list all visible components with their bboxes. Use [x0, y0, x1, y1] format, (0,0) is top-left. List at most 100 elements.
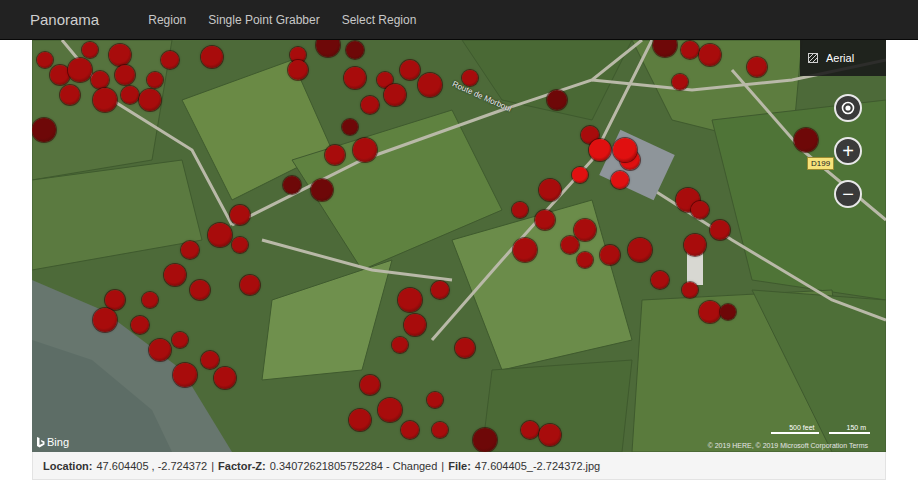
nav-item[interactable]: Region — [148, 13, 186, 27]
map-marker[interactable] — [574, 219, 596, 241]
map-marker[interactable] — [344, 67, 366, 89]
map-marker[interactable] — [361, 96, 379, 114]
map-marker[interactable] — [142, 292, 158, 308]
info-label: Location: — [43, 460, 93, 472]
map-marker[interactable] — [539, 179, 561, 201]
map-marker[interactable] — [682, 282, 698, 298]
map-marker[interactable] — [342, 119, 358, 135]
map-marker[interactable] — [190, 280, 210, 300]
map-marker[interactable] — [561, 236, 579, 254]
map-marker[interactable] — [720, 304, 736, 320]
map-marker[interactable] — [93, 88, 117, 112]
info-value: 47.604405_-2.724372.jpg — [475, 460, 600, 472]
map-marker[interactable] — [181, 241, 199, 259]
map-marker[interactable] — [32, 118, 56, 142]
map-marker[interactable] — [349, 409, 371, 431]
map-marker[interactable] — [131, 316, 149, 334]
zoom-out-button[interactable]: − — [834, 180, 862, 208]
nav-item[interactable]: Single Point Grabber — [208, 13, 319, 27]
map-marker[interactable] — [82, 42, 98, 58]
map-marker[interactable] — [427, 392, 443, 408]
map-marker[interactable] — [105, 290, 125, 310]
map-marker[interactable] — [431, 281, 449, 299]
map-marker[interactable] — [50, 65, 70, 85]
map-marker[interactable] — [283, 176, 301, 194]
map-marker[interactable] — [149, 339, 171, 361]
map-marker[interactable] — [121, 86, 139, 104]
map-marker[interactable] — [539, 424, 561, 446]
map-marker[interactable] — [139, 89, 161, 111]
map-marker[interactable] — [325, 145, 345, 165]
map-marker[interactable] — [462, 70, 478, 86]
map-marker[interactable] — [455, 338, 475, 358]
map-marker[interactable] — [164, 264, 186, 286]
map-marker[interactable] — [611, 171, 629, 189]
map-marker[interactable] — [512, 202, 528, 218]
map-marker[interactable] — [473, 428, 497, 452]
map-marker[interactable] — [401, 421, 419, 439]
map-marker[interactable] — [432, 422, 448, 438]
map-marker[interactable] — [577, 252, 593, 268]
map-marker[interactable] — [115, 65, 135, 85]
map[interactable]: Route de MorboulD199Aerial+−Bing500 feet… — [32, 40, 886, 452]
map-marker[interactable] — [710, 220, 730, 240]
map-marker[interactable] — [147, 72, 163, 88]
map-marker[interactable] — [353, 138, 377, 162]
map-marker[interactable] — [691, 201, 709, 219]
map-marker[interactable] — [398, 288, 422, 312]
map-marker[interactable] — [60, 85, 80, 105]
map-marker[interactable] — [681, 41, 699, 59]
map-marker[interactable] — [201, 351, 219, 369]
map-marker[interactable] — [404, 314, 426, 336]
map-marker[interactable] — [521, 421, 539, 439]
map-marker[interactable] — [288, 60, 308, 80]
map-marker[interactable] — [91, 71, 109, 89]
map-marker[interactable] — [360, 375, 380, 395]
locate-button[interactable] — [834, 94, 862, 122]
map-marker[interactable] — [747, 57, 767, 77]
map-marker[interactable] — [535, 210, 555, 230]
map-marker[interactable] — [201, 46, 223, 68]
map-marker[interactable] — [418, 73, 442, 97]
map-marker[interactable] — [699, 44, 721, 66]
map-marker[interactable] — [172, 332, 188, 348]
map-marker[interactable] — [613, 138, 637, 162]
map-marker[interactable] — [316, 40, 340, 57]
map-marker[interactable] — [68, 58, 92, 82]
map-marker[interactable] — [589, 139, 611, 161]
map-marker[interactable] — [628, 238, 652, 262]
info-value: 0.34072621805752284 - Changed — [270, 460, 438, 472]
map-marker[interactable] — [651, 271, 669, 289]
map-marker[interactable] — [384, 84, 406, 106]
map-marker[interactable] — [214, 367, 236, 389]
map-marker[interactable] — [572, 167, 588, 183]
map-marker[interactable] — [240, 275, 260, 295]
nav-item[interactable]: Select Region — [342, 13, 417, 27]
map-marker[interactable] — [109, 44, 131, 66]
map-marker[interactable] — [232, 237, 248, 253]
map-marker[interactable] — [173, 363, 197, 387]
map-marker[interactable] — [93, 308, 117, 332]
copyright[interactable]: © 2019 HERE, © 2019 Microsoft Corporatio… — [708, 442, 868, 449]
map-marker[interactable] — [208, 223, 232, 247]
separator: | — [211, 460, 214, 472]
map-marker[interactable] — [699, 301, 721, 323]
map-marker[interactable] — [392, 337, 408, 353]
map-marker[interactable] — [230, 205, 250, 225]
map-marker[interactable] — [346, 41, 364, 59]
map-marker[interactable] — [600, 245, 620, 265]
map-marker[interactable] — [513, 238, 537, 262]
map-marker[interactable] — [311, 179, 333, 201]
map-marker[interactable] — [161, 51, 179, 69]
brand[interactable]: Panorama — [30, 11, 99, 28]
map-marker[interactable] — [547, 90, 567, 110]
navbar: Panorama Region Single Point Grabber Select… — [0, 0, 918, 40]
map-marker[interactable] — [684, 234, 706, 256]
zoom-in-button[interactable]: + — [834, 137, 862, 165]
map-marker[interactable] — [794, 128, 818, 152]
map-marker[interactable] — [37, 52, 53, 68]
map-type-button[interactable]: Aerial — [800, 40, 886, 76]
map-marker[interactable] — [400, 60, 420, 80]
map-marker[interactable] — [378, 398, 402, 422]
map-marker[interactable] — [672, 74, 688, 90]
